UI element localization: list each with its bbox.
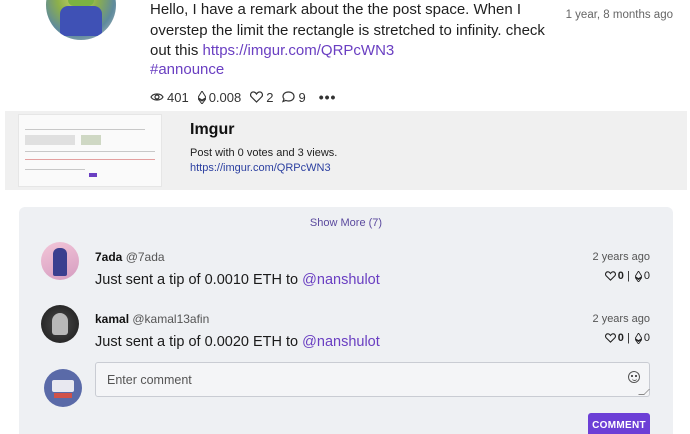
- emoji-icon[interactable]: [628, 371, 640, 383]
- comments-panel: Show More (7) 7ada @7ada 2 years ago Jus…: [19, 207, 673, 434]
- comment-input[interactable]: [95, 362, 650, 397]
- comment-text: Just sent a tip of 0.0010 ETH to: [95, 272, 303, 288]
- separator: |: [623, 270, 633, 282]
- eye-icon: [150, 93, 164, 101]
- comment-header: 7ada @7ada: [95, 250, 165, 264]
- chat-bubble-icon: [282, 91, 296, 103]
- avatar-body: [60, 6, 102, 36]
- comments-count: 9: [298, 89, 306, 105]
- eth-stat[interactable]: 0.008: [197, 89, 242, 105]
- comment-header: kamal @kamal13afin: [95, 312, 209, 326]
- ethereum-icon: [197, 90, 206, 104]
- more-dots-icon[interactable]: •••: [319, 89, 337, 105]
- current-user-avatar[interactable]: [44, 369, 82, 407]
- ethereum-icon[interactable]: [634, 270, 642, 282]
- comment-timestamp: 2 years ago: [592, 313, 650, 325]
- post-stats: 401 0.008 2 9 •••: [150, 89, 336, 105]
- ethereum-icon[interactable]: [634, 332, 642, 344]
- likes-stat[interactable]: 2: [250, 90, 273, 105]
- preview-title: Imgur: [190, 121, 235, 138]
- show-more-button[interactable]: Show More (7): [19, 217, 673, 229]
- heart-icon[interactable]: [604, 333, 616, 343]
- preview-url[interactable]: https://imgur.com/QRPcWN3: [190, 162, 331, 174]
- likes-count: 2: [266, 89, 274, 105]
- post-hashtag[interactable]: #announce: [150, 61, 224, 78]
- link-preview-card[interactable]: Imgur Post with 0 votes and 3 views. htt…: [5, 111, 687, 190]
- preview-thumbnail: [18, 114, 162, 187]
- eth-amount: 0.008: [208, 89, 242, 105]
- comment-tips: 0: [643, 270, 650, 282]
- comment-body: Just sent a tip of 0.0020 ETH to @nanshu…: [95, 334, 380, 350]
- commenter-name[interactable]: kamal: [95, 312, 129, 326]
- comment-text: Just sent a tip of 0.0020 ETH to: [95, 334, 303, 350]
- post-link[interactable]: https://imgur.com/QRPcWN3: [203, 42, 395, 59]
- views-count: 401: [167, 89, 189, 105]
- commenter-avatar[interactable]: [41, 305, 79, 343]
- heart-icon[interactable]: [604, 271, 616, 281]
- commenter-avatar[interactable]: [41, 242, 79, 280]
- post-author-avatar[interactable]: [46, 0, 116, 40]
- mention-link[interactable]: @nanshulot: [302, 272, 380, 288]
- comments-stat[interactable]: 9: [282, 89, 306, 105]
- comment-actions: 0 | 0: [603, 270, 650, 282]
- post-timestamp: 1 year, 8 months ago: [565, 9, 673, 21]
- mention-link[interactable]: @nanshulot: [302, 334, 380, 350]
- comment-tips: 0: [643, 332, 650, 344]
- commenter-name[interactable]: 7ada: [95, 250, 122, 264]
- separator: |: [623, 332, 633, 344]
- commenter-handle[interactable]: @7ada: [126, 250, 165, 264]
- submit-comment-button[interactable]: COMMENT: [588, 413, 650, 434]
- comment-actions: 0 | 0: [603, 332, 650, 344]
- post-body: Hello, I have a remark about the the pos…: [150, 0, 550, 62]
- views-stat: 401: [150, 90, 189, 105]
- commenter-handle[interactable]: @kamal13afin: [132, 312, 209, 326]
- heart-icon: [250, 91, 264, 103]
- comment-body: Just sent a tip of 0.0010 ETH to @nanshu…: [95, 272, 380, 288]
- comment-timestamp: 2 years ago: [592, 251, 650, 263]
- preview-description: Post with 0 votes and 3 views.: [190, 147, 338, 159]
